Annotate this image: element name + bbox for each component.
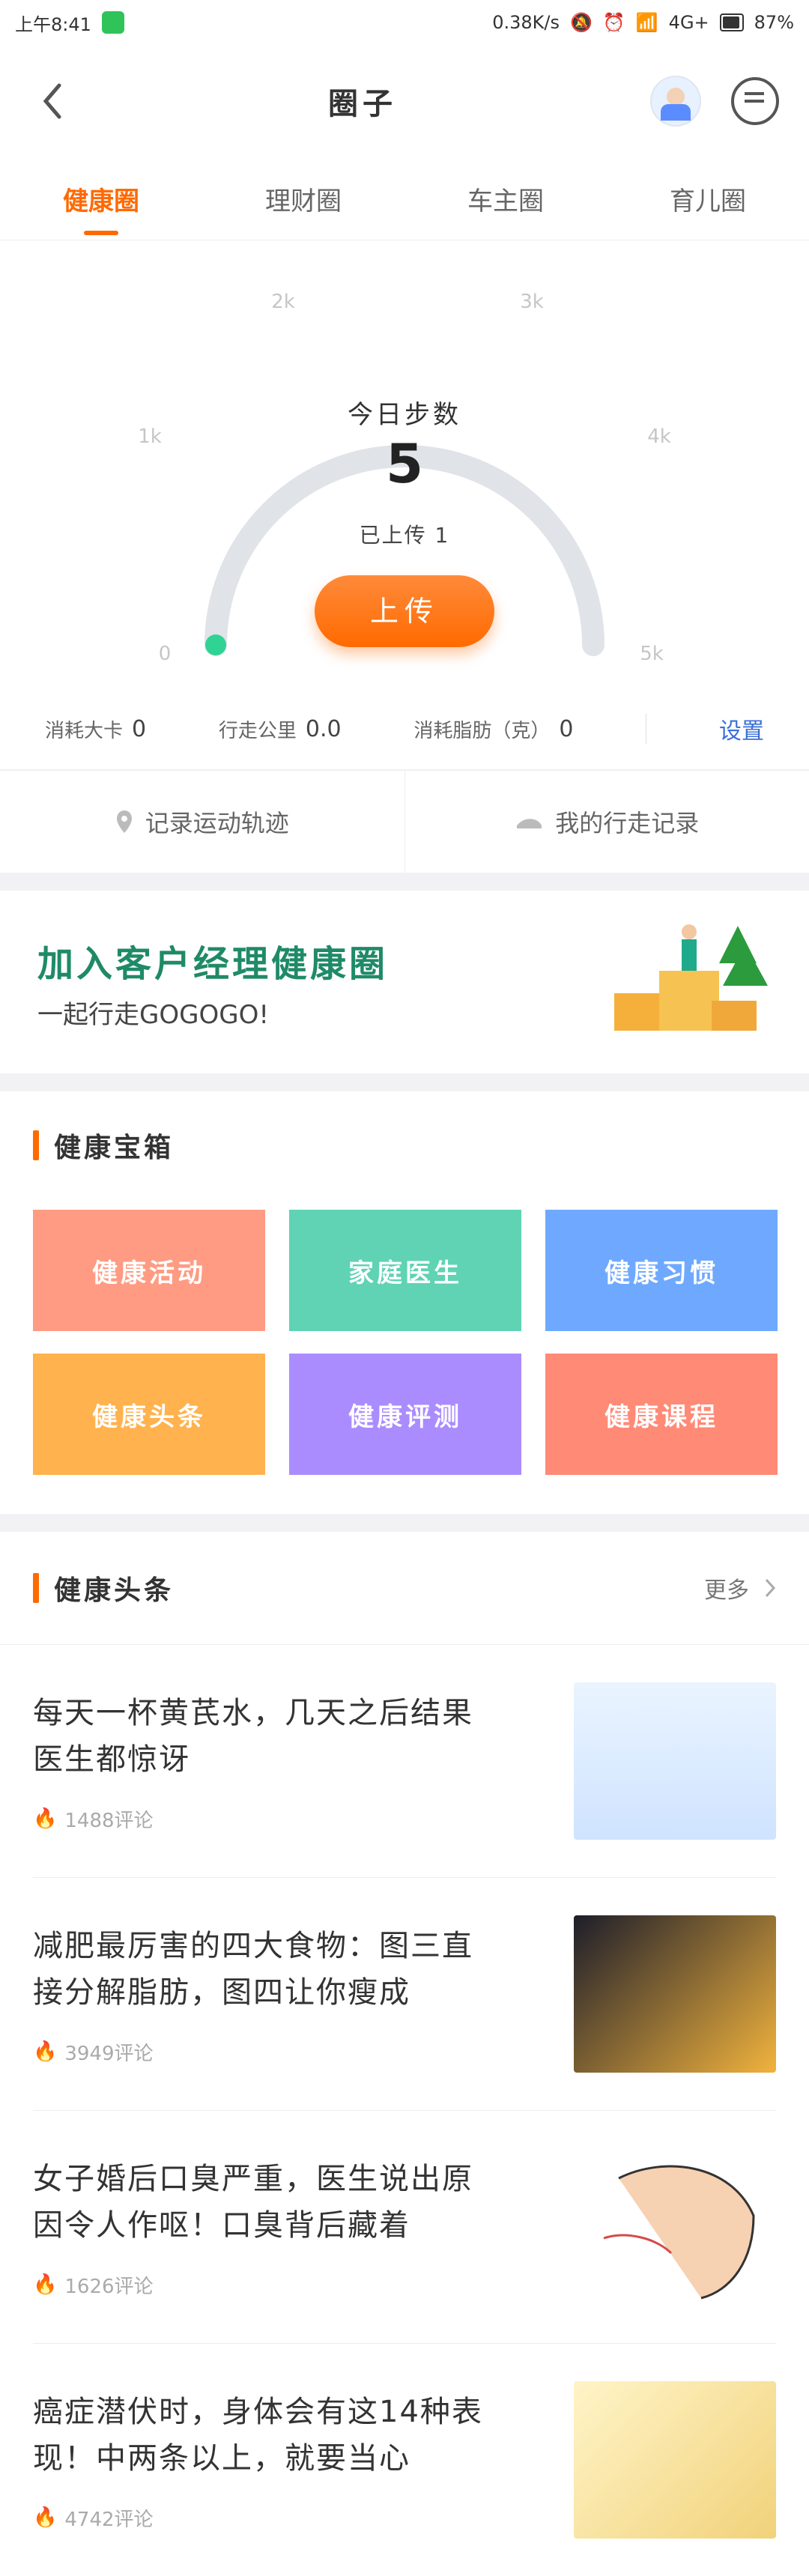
- tab-finance[interactable]: 理财圈: [265, 163, 342, 235]
- metric-fat: 消耗脂肪（克） 0: [413, 715, 573, 743]
- news-image: [574, 2148, 776, 2306]
- time: 上午8:41: [15, 10, 91, 36]
- banner-subtitle: 一起行走GOGOGO!: [37, 994, 388, 1031]
- metric-calories-value: 0: [132, 716, 146, 742]
- news-comments: 4742评论: [64, 2504, 153, 2532]
- metric-fat-label: 消耗脂肪（克）: [413, 715, 550, 743]
- news-list: 每天一杯黄芪水，几天之后结果医生都惊讶 🔥 1488评论 减肥最厉害的四大食物：…: [0, 1645, 809, 2576]
- section-gap-2: [0, 1073, 809, 1091]
- gauge-label-3k: 3k: [520, 291, 544, 313]
- today-steps-value: 5: [0, 432, 809, 495]
- fire-icon: 🔥: [33, 1807, 57, 1830]
- treasure-tile-health-assessment[interactable]: 健康评测: [289, 1354, 521, 1475]
- news-item[interactable]: 女子婚后口臭严重，医生说出原因令人作呕！口臭背后藏着 🔥 1626评论: [33, 2111, 776, 2344]
- avatar[interactable]: [650, 76, 701, 127]
- battery-percent: 87%: [754, 12, 794, 33]
- status-bar: 上午8:41 0.38K/s 🔕 ⏰ 📶 4G+ 87%: [0, 0, 809, 45]
- record-route-button[interactable]: 记录运动轨迹: [0, 771, 404, 873]
- navbar: 圈子: [0, 45, 809, 157]
- banner-title: 加入客户经理健康圈: [37, 934, 388, 987]
- tab-health[interactable]: 健康圈: [63, 163, 139, 235]
- speed: 0.38K/s: [492, 12, 560, 33]
- metrics-row: 消耗大卡 0 行走公里 0.0 消耗脂肪（克） 0 设置: [0, 699, 809, 759]
- health-treasure: 健康宝箱 健康活动 家庭医生 健康习惯 健康头条 健康评测 健康课程: [0, 1091, 809, 1514]
- setting-link[interactable]: 设置: [719, 712, 764, 745]
- upload-button[interactable]: 上传: [315, 575, 494, 647]
- tab-bar: 健康圈 理财圈 车主圈 育儿圈: [0, 157, 809, 240]
- metric-distance-label: 行走公里: [219, 715, 297, 743]
- walking-records-button[interactable]: 我的行走记录: [404, 771, 809, 873]
- shoe-icon: [515, 812, 543, 831]
- metric-calories-label: 消耗大卡: [45, 715, 123, 743]
- news-section-title: 健康头条: [33, 1569, 174, 1607]
- section-gap: [0, 873, 809, 891]
- news-title: 减肥最厉害的四大食物：图三直接分解脂肪，图四让你瘦成: [33, 1923, 497, 2016]
- uploaded-steps: 已上传 1: [0, 519, 809, 549]
- mute-icon: 🔕: [570, 12, 593, 33]
- battery-icon: [720, 13, 744, 31]
- metric-fat-value: 0: [559, 716, 573, 742]
- news-image: [574, 1682, 776, 1840]
- tile-label: 健康评测: [348, 1396, 462, 1433]
- treasure-grid: 健康活动 家庭医生 健康习惯 健康头条 健康评测 健康课程: [33, 1210, 776, 1475]
- gauge-progress-dot: [205, 634, 226, 655]
- news-comments: 1626评论: [64, 2271, 153, 2299]
- wechat-icon: [102, 11, 124, 34]
- news-more-link[interactable]: 更多: [704, 1572, 776, 1604]
- tile-label: 家庭医生: [348, 1252, 462, 1289]
- section-gap-3: [0, 1514, 809, 1532]
- news-item[interactable]: 每天一杯黄芪水，几天之后结果医生都惊讶 🔥 1488评论: [33, 1645, 776, 1878]
- news-item[interactable]: 减肥最厉害的四大食物：图三直接分解脂肪，图四让你瘦成 🔥 3949评论: [33, 1878, 776, 2111]
- treasure-tile-health-course[interactable]: 健康课程: [545, 1354, 778, 1475]
- news-image: [574, 1915, 776, 2073]
- fire-icon: 🔥: [33, 2040, 57, 2063]
- page-title: 圈子: [328, 79, 397, 123]
- treasure-tile-health-activity[interactable]: 健康活动: [33, 1210, 265, 1331]
- news-title: 癌症潜伏时，身体会有这14种表现！中两条以上，就要当心: [33, 2389, 497, 2482]
- news-header: 健康头条 更多: [0, 1532, 809, 1645]
- metric-distance: 行走公里 0.0: [219, 715, 342, 743]
- gauge-label-5k: 5k: [640, 643, 664, 660]
- back-button[interactable]: [30, 79, 75, 124]
- action-row: 记录运动轨迹 我的行走记录: [0, 770, 809, 873]
- join-health-banner[interactable]: 加入客户经理健康圈 一起行走GOGOGO!: [0, 891, 809, 1073]
- tab-car-owner[interactable]: 车主圈: [467, 163, 544, 235]
- treasure-title: 健康宝箱: [33, 1126, 776, 1165]
- metric-calories: 消耗大卡 0: [45, 715, 146, 743]
- metric-distance-value: 0.0: [306, 716, 342, 742]
- news-title: 女子婚后口臭严重，医生说出原因令人作呕！口臭背后藏着: [33, 2156, 497, 2249]
- today-steps-label: 今日步数: [0, 394, 809, 431]
- treasure-tile-family-doctor[interactable]: 家庭医生: [289, 1210, 521, 1331]
- news-comments: 1488评论: [64, 1805, 153, 1833]
- tile-label: 健康习惯: [605, 1252, 718, 1289]
- tile-label: 健康头条: [92, 1396, 206, 1433]
- wifi-icon: 📶: [636, 12, 658, 33]
- treasure-tile-health-headline[interactable]: 健康头条: [33, 1354, 265, 1475]
- gauge-label-0: 0: [159, 643, 172, 660]
- podium-illustration: [599, 911, 772, 1053]
- walking-records-label: 我的行走记录: [555, 804, 699, 839]
- steps-card: 0 1k 2k 3k 4k 5k 今日步数 5 已上传 1 上传 消耗大卡 0 …: [0, 240, 809, 769]
- network-type: 4G+: [669, 12, 709, 33]
- tab-parenting[interactable]: 育儿圈: [670, 163, 746, 235]
- message-icon[interactable]: [731, 77, 779, 125]
- tile-label: 健康课程: [605, 1396, 718, 1433]
- tile-label: 健康活动: [92, 1252, 206, 1289]
- treasure-tile-health-habit[interactable]: 健康习惯: [545, 1210, 778, 1331]
- news-more-label: 更多: [704, 1572, 749, 1604]
- alarm-icon: ⏰: [603, 12, 625, 33]
- location-pin-icon: [115, 810, 133, 834]
- chevron-left-icon: [41, 82, 64, 120]
- news-comments: 3949评论: [64, 2038, 153, 2066]
- chevron-right-icon: [764, 1578, 776, 1598]
- news-title: 每天一杯黄芪水，几天之后结果医生都惊讶: [33, 1690, 497, 1783]
- fire-icon: 🔥: [33, 2273, 57, 2296]
- gauge-label-2k: 2k: [271, 291, 295, 313]
- fire-icon: 🔥: [33, 2506, 57, 2529]
- news-item[interactable]: 癌症潜伏时，身体会有这14种表现！中两条以上，就要当心 🔥 4742评论: [33, 2344, 776, 2576]
- record-route-label: 记录运动轨迹: [145, 804, 289, 839]
- news-image: [574, 2381, 776, 2539]
